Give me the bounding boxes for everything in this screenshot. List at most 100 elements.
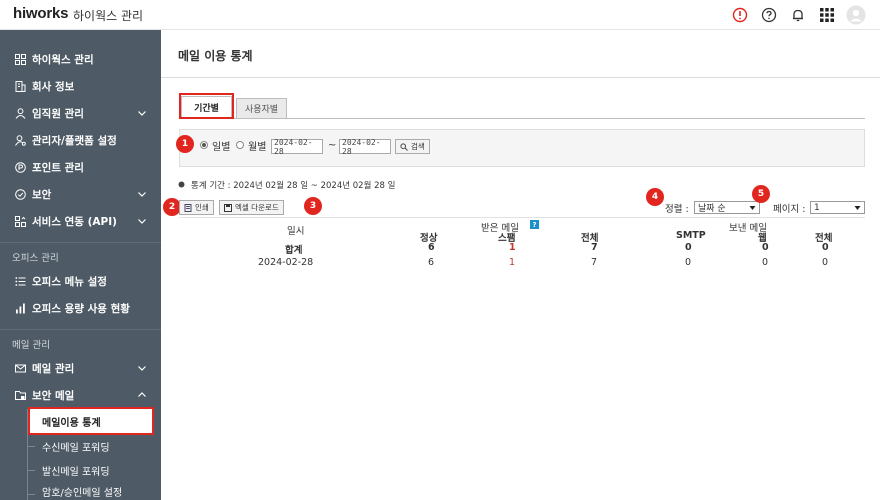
sidebar-item-security[interactable]: 보안	[0, 181, 161, 208]
page-select[interactable]: 1	[810, 201, 865, 214]
col-smtp-header: SMTP	[676, 230, 706, 241]
page-title: 메일 이용 통계	[178, 49, 253, 63]
help-icon[interactable]	[759, 5, 779, 25]
sidebar-item-secure-mail[interactable]: 보안 메일	[0, 382, 161, 409]
alert-icon[interactable]	[730, 5, 750, 25]
chevron-up-icon[interactable]	[137, 390, 147, 400]
table-cell: 0	[822, 257, 829, 268]
table-cell[interactable]: 1	[509, 257, 515, 268]
sidebar-item-mail-admin[interactable]: 메일 관리	[0, 355, 161, 382]
table-cell: 0	[685, 257, 692, 268]
row-total-label: 합계	[285, 245, 303, 256]
sidebar-item-hiworks-admin[interactable]: 하이웍스 관리	[0, 46, 161, 73]
callout-badge-3: 3	[304, 197, 322, 215]
highlight-box-sidebar	[28, 407, 154, 435]
help-badge-icon[interactable]: ?	[530, 220, 539, 229]
chevron-down-icon[interactable]	[137, 363, 147, 373]
building-icon	[14, 81, 26, 93]
sidebar-item-label: 하이웍스 관리	[32, 54, 94, 66]
print-button-label: 인쇄	[195, 203, 209, 212]
radio-daily-label: 일별	[212, 142, 231, 153]
sidebar-section-mail: 메일 관리	[12, 340, 50, 351]
sidebar-item-label: 메일 관리	[32, 363, 75, 375]
radio-monthly[interactable]	[236, 141, 244, 149]
sidebar-divider	[0, 242, 161, 243]
page-label: 페이지 :	[773, 204, 806, 215]
date-range-separator: ~	[328, 140, 337, 151]
brand-logo[interactable]: hiworks	[13, 5, 68, 22]
shield-icon	[14, 189, 26, 201]
table-cell: 0	[685, 242, 692, 253]
sidebar-item-admin-platform[interactable]: 관리자/플랫폼 설정	[0, 127, 161, 154]
search-button-label: 검색	[411, 142, 425, 151]
table-cell: 6	[428, 257, 435, 268]
sidebar-item-label: 서비스 연동 (API)	[32, 216, 117, 228]
sidebar-item-office-menu[interactable]: 오피스 메뉴 설정	[0, 268, 161, 295]
chevron-down-icon	[749, 206, 756, 210]
sort-select[interactable]: 날짜 순	[694, 201, 760, 214]
submenu-item-encrypted-approval[interactable]: 암호/승인메일 설정	[0, 482, 161, 500]
callout-badge-4: 4	[646, 188, 664, 206]
table-cell: 0	[762, 242, 769, 253]
bar-chart-icon	[14, 303, 26, 315]
sidebar-item-company-info[interactable]: 회사 정보	[0, 73, 161, 100]
sidebar-item-employees[interactable]: 임직원 관리	[0, 100, 161, 127]
user-avatar-icon[interactable]	[846, 5, 866, 25]
submenu-item-outbound-forwarding[interactable]: 발신메일 포워딩	[0, 458, 161, 482]
date-from-input[interactable]: 2024-02-28	[271, 138, 323, 156]
main-content: 메일 이용 통계 기간별 사용자별 1 일별 월별 2024-02-28 ~ 2…	[161, 30, 880, 500]
submenu-item-inbound-forwarding[interactable]: 수신메일 포워딩	[0, 434, 161, 458]
secure-mail-icon	[14, 390, 26, 402]
person-icon	[14, 108, 26, 120]
search-button[interactable]: 검색	[395, 139, 430, 154]
sidebar-item-label: 오피스 메뉴 설정	[32, 276, 107, 288]
search-icon	[400, 142, 408, 151]
radio-daily[interactable]	[200, 141, 208, 149]
date-to-input[interactable]: 2024-02-28	[339, 138, 391, 156]
row-date-label: 2024-02-28	[258, 257, 314, 268]
tab-by-user[interactable]: 사용자별	[236, 98, 287, 118]
sidebar-item-service-api[interactable]: 서비스 연동 (API)	[0, 208, 161, 235]
top-icons	[730, 3, 866, 27]
sidebar: 하이웍스 관리 회사 정보 임직원 관리 관리자/플랫폼 설정 포인트 관리 보…	[0, 30, 161, 500]
bell-icon[interactable]	[788, 5, 808, 25]
sidebar-item-label: 보안 메일	[32, 390, 75, 402]
col-date-header: 일시	[287, 226, 305, 237]
sidebar-divider	[0, 329, 161, 330]
callout-badge-5: 5	[752, 185, 770, 203]
brand-subtitle: 하이웍스 관리	[73, 9, 144, 23]
apps-grid-icon[interactable]	[817, 5, 837, 25]
table-cell: 7	[591, 257, 598, 268]
tab-underline	[179, 118, 865, 119]
api-icon	[14, 216, 26, 228]
table-cell: 6	[428, 242, 435, 253]
chevron-down-icon	[854, 206, 861, 210]
point-icon	[14, 162, 26, 174]
admin-person-icon	[14, 135, 26, 147]
sidebar-item-label: 포인트 관리	[32, 162, 84, 174]
page-select-value: 1	[814, 202, 820, 213]
table-cell: 1	[509, 242, 516, 253]
chevron-down-icon[interactable]	[137, 216, 147, 226]
sidebar-section-office: 오피스 관리	[12, 253, 59, 264]
excel-download-label: 엑셀 다운로드	[235, 203, 279, 212]
menu-list-icon	[14, 276, 26, 288]
sidebar-item-label: 회사 정보	[32, 81, 75, 93]
sidebar-item-label: 관리자/플랫폼 설정	[32, 135, 117, 147]
sidebar-item-points[interactable]: 포인트 관리	[0, 154, 161, 181]
sidebar-item-office-usage[interactable]: 오피스 용량 사용 현황	[0, 295, 161, 322]
sort-label: 정렬 :	[665, 204, 689, 215]
table-top-border	[179, 217, 865, 218]
sidebar-item-label: 보안	[32, 189, 52, 201]
info-dot-icon	[178, 181, 185, 188]
highlight-box-tab	[179, 93, 234, 119]
sort-select-value: 날짜 순	[698, 204, 726, 214]
chevron-down-icon[interactable]	[137, 189, 147, 199]
chevron-down-icon[interactable]	[137, 108, 147, 118]
print-icon	[184, 203, 192, 212]
print-button[interactable]: 인쇄	[179, 200, 214, 215]
sidebar-item-label: 오피스 용량 사용 현황	[32, 303, 130, 315]
sidebar-item-label: 임직원 관리	[32, 108, 84, 120]
excel-download-button[interactable]: 엑셀 다운로드	[219, 200, 284, 215]
radio-monthly-label: 월별	[248, 142, 267, 153]
